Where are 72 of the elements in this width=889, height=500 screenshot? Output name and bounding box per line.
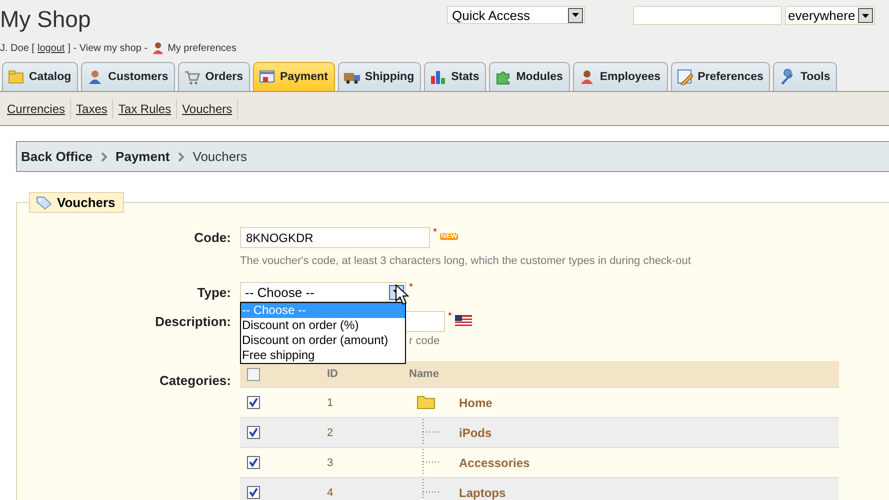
view-shop-link[interactable]: ] - View my shop - — [68, 42, 148, 54]
required-mark: * — [448, 311, 452, 322]
type-dropdown[interactable]: -- Choose -- — [240, 282, 406, 302]
checkbox[interactable] — [247, 396, 260, 409]
breadcrumb-item[interactable]: Back Office — [21, 149, 93, 164]
id-cell: 2 — [327, 426, 334, 438]
nav-tab[interactable]: Tools — [773, 62, 838, 91]
legend-text: Vouchers — [57, 195, 116, 210]
person-icon — [150, 41, 165, 55]
field-label: Type: — [196, 284, 231, 300]
dropdown-option[interactable]: Discount on order (amount) — [241, 333, 405, 348]
id-cell: 1 — [327, 396, 334, 408]
field-label: Code: — [193, 229, 231, 245]
bar-chart-icon — [430, 69, 446, 85]
required-mark: * — [433, 227, 437, 238]
category-name[interactable]: Laptops — [459, 486, 506, 500]
logout-link[interactable]: logout — [37, 42, 65, 54]
column-header: ID — [327, 368, 338, 380]
dropdown-option[interactable]: Free shipping — [241, 348, 405, 363]
nav-tab[interactable]: Shipping — [338, 62, 422, 91]
breadcrumb-item[interactable]: Payment — [116, 149, 170, 164]
subnav-link[interactable]: Currencies — [2, 98, 72, 118]
caret-icon — [862, 14, 869, 18]
category-name[interactable]: Home — [459, 396, 492, 410]
search-field[interactable] — [633, 6, 782, 25]
flag-icon — [454, 315, 472, 326]
nav-tab[interactable]: Catalog — [2, 62, 78, 91]
user-name: J. Doe [ — [0, 42, 34, 54]
folder-icon — [417, 396, 435, 409]
preferences-link[interactable]: My preferences — [168, 42, 236, 54]
checkbox[interactable] — [247, 486, 260, 499]
tag-icon — [36, 196, 52, 210]
person-icon — [87, 69, 104, 85]
quick-access-dropdown[interactable]: Quick Access — [447, 6, 585, 24]
category-name[interactable]: Accessories — [459, 456, 530, 470]
checkbox[interactable] — [247, 368, 260, 380]
nav-tab[interactable]: Employees — [572, 62, 668, 91]
person-icon — [578, 69, 595, 85]
folder-icon — [8, 69, 24, 85]
dropdown-option[interactable]: Discount on order (%) — [241, 318, 405, 333]
id-cell: 4 — [327, 486, 334, 498]
wrench-icon — [779, 69, 796, 85]
code-field[interactable]: 8KNOGKDR — [240, 227, 430, 248]
category-name[interactable]: iPods — [459, 426, 492, 440]
chevron-icon — [178, 152, 185, 162]
shop-title: My Shop — [0, 6, 91, 33]
nav-tab[interactable]: Modules — [489, 62, 570, 91]
search-scope-dropdown[interactable]: everywhere — [785, 6, 875, 25]
pencil-window-icon — [676, 69, 693, 85]
nav-tab[interactable]: Preferences — [670, 62, 770, 91]
field-hint: The voucher's code, at least 3 characters long, which the customer types in during check-out — [240, 255, 692, 267]
breadcrumb-item: Vouchers — [192, 149, 247, 164]
subnav-link[interactable]: Taxes — [71, 98, 114, 118]
field-label: Categories: — [158, 372, 231, 388]
id-cell: 3 — [327, 456, 334, 468]
field-hint: r code — [409, 335, 441, 347]
checkbox[interactable] — [247, 426, 260, 439]
caret-icon — [572, 13, 579, 17]
nav-tab[interactable]: Customers — [81, 62, 176, 91]
cart-icon — [184, 69, 200, 85]
nav-tab[interactable]: Payment — [252, 62, 335, 91]
checkbox[interactable] — [247, 456, 260, 469]
required-mark: * — [409, 282, 413, 293]
field-label: Description: — [154, 313, 231, 329]
subnav-link[interactable]: Tax Rules — [113, 98, 178, 118]
card-icon — [258, 69, 275, 85]
puzzle-icon — [495, 69, 512, 85]
nav-tab[interactable]: Stats — [424, 62, 486, 91]
subnav-link[interactable]: Vouchers — [177, 98, 238, 118]
nav-tab[interactable]: Orders — [178, 62, 250, 91]
column-header: Name — [409, 368, 439, 380]
chevron-icon — [100, 152, 108, 162]
